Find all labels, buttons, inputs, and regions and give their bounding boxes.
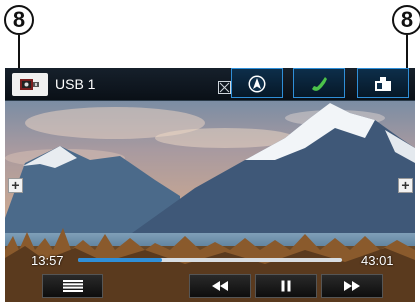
phone-icon bbox=[312, 77, 327, 91]
media-screen: USB 1 + + 13:57 43:01 bbox=[5, 68, 415, 302]
rewind-icon bbox=[212, 281, 228, 291]
pause-icon bbox=[281, 280, 291, 292]
total-time: 43:01 bbox=[361, 253, 394, 268]
usb-media-icon bbox=[20, 79, 39, 90]
muted-box-icon bbox=[218, 81, 231, 94]
tab-phone[interactable] bbox=[293, 68, 345, 98]
top-bar: USB 1 bbox=[5, 68, 415, 101]
progress-bar[interactable] bbox=[78, 258, 342, 262]
source-label: USB 1 bbox=[55, 76, 96, 92]
side-expand-button-left[interactable]: + bbox=[8, 178, 23, 193]
video-frame bbox=[5, 68, 415, 302]
menu-button[interactable] bbox=[42, 274, 103, 298]
tab-navigation[interactable] bbox=[231, 68, 283, 98]
rewind-button[interactable] bbox=[189, 274, 251, 298]
fast-forward-button[interactable] bbox=[321, 274, 383, 298]
pause-button[interactable] bbox=[255, 274, 317, 298]
side-expand-button-right[interactable]: + bbox=[398, 178, 413, 193]
elapsed-time: 13:57 bbox=[31, 253, 64, 268]
navigation-icon bbox=[248, 75, 266, 93]
tab-apps[interactable] bbox=[357, 68, 409, 98]
callout-marker-right: 8 bbox=[392, 5, 420, 35]
apps-icon bbox=[375, 77, 391, 91]
progress-fill bbox=[78, 258, 163, 262]
callout-marker-left: 8 bbox=[4, 5, 34, 35]
list-menu-icon bbox=[62, 280, 83, 292]
source-button[interactable] bbox=[12, 73, 48, 96]
fast-forward-icon bbox=[344, 281, 360, 291]
